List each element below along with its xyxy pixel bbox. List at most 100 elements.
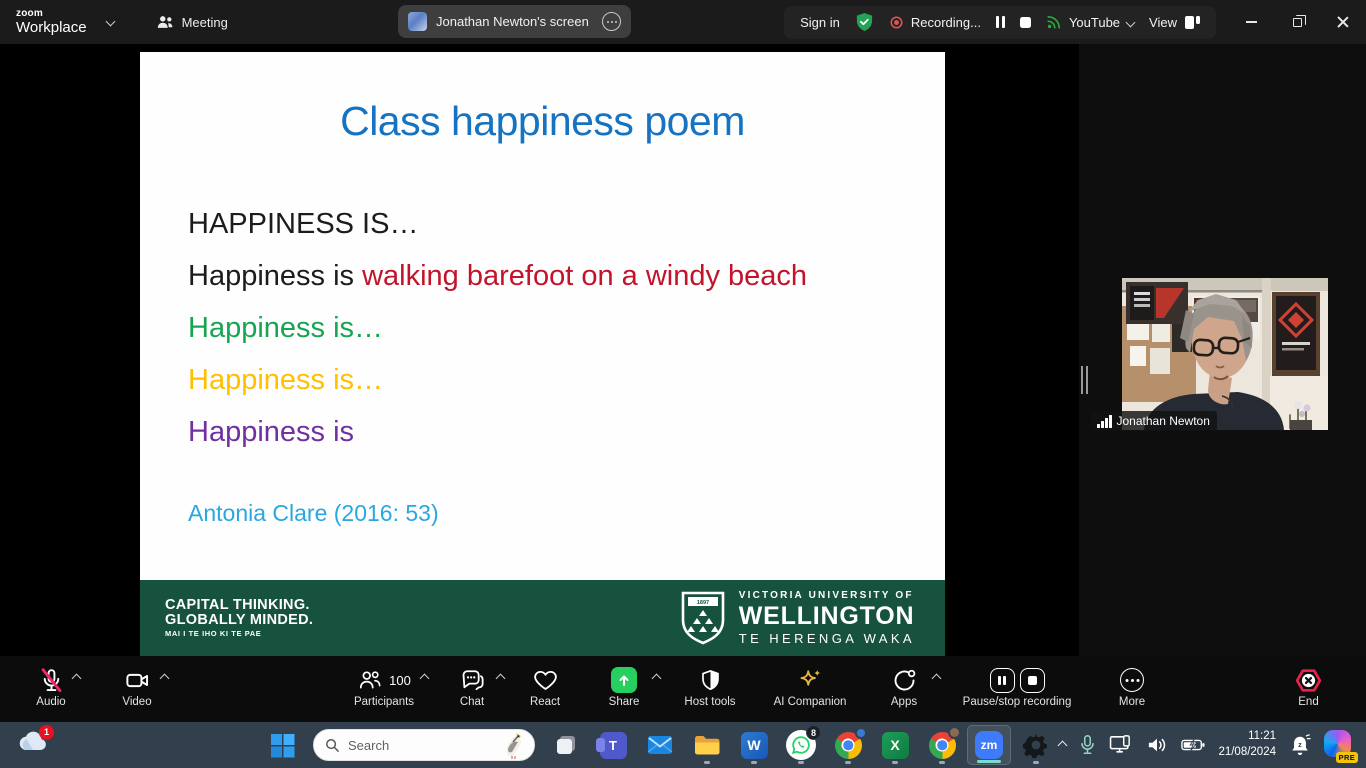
audio-button[interactable]: Audio bbox=[8, 663, 94, 708]
participant-video-image bbox=[1122, 278, 1328, 430]
youtube-live-control[interactable]: YouTube bbox=[1046, 14, 1134, 30]
video-button[interactable]: Video bbox=[94, 663, 180, 708]
heart-icon bbox=[532, 667, 559, 694]
chevron-down-icon[interactable] bbox=[105, 16, 115, 26]
meeting-content-area: Class happiness poem HAPPINESS IS… Happi… bbox=[0, 44, 1366, 656]
end-meeting-button[interactable]: End bbox=[1293, 663, 1324, 708]
video-camera-icon bbox=[124, 667, 151, 694]
zoom-meeting-window: zoom Workplace Meeting Jonathan Newton's… bbox=[0, 0, 1366, 768]
shield-icon bbox=[698, 668, 723, 693]
sign-in-button[interactable]: Sign in bbox=[800, 15, 840, 30]
search-highlight-bird-image bbox=[502, 731, 526, 759]
share-options-chevron[interactable] bbox=[652, 674, 662, 684]
whatsapp-app[interactable]: 8 bbox=[779, 725, 823, 765]
excel-app[interactable]: X bbox=[873, 725, 917, 765]
chrome-app-2[interactable] bbox=[920, 725, 964, 765]
apps-options-chevron[interactable] bbox=[932, 674, 942, 684]
ai-companion-label: AI Companion bbox=[774, 696, 847, 708]
chat-bubble-icon bbox=[459, 667, 486, 694]
shared-screen-pill[interactable]: Jonathan Newton's screen bbox=[398, 5, 631, 38]
windows-icon bbox=[270, 733, 295, 758]
panel-drag-handle[interactable] bbox=[1081, 366, 1088, 394]
participants-icon bbox=[156, 14, 174, 30]
toolbar-center-group: 100 Participants Chat bbox=[332, 663, 1172, 708]
meeting-tab-label: Meeting bbox=[182, 15, 228, 30]
more-button[interactable]: More bbox=[1092, 663, 1172, 708]
close-button[interactable] bbox=[1320, 0, 1366, 44]
more-options-icon[interactable] bbox=[602, 12, 621, 31]
zoom-workplace-logo[interactable]: zoom Workplace bbox=[16, 9, 87, 35]
live-stream-icon bbox=[1046, 14, 1062, 30]
file-explorer-app[interactable] bbox=[685, 725, 729, 765]
chat-label: Chat bbox=[460, 696, 484, 708]
teams-app[interactable]: T bbox=[591, 725, 635, 765]
minimize-button[interactable] bbox=[1228, 0, 1274, 44]
audio-options-chevron[interactable] bbox=[72, 674, 82, 684]
participants-button[interactable]: 100 Participants bbox=[332, 663, 436, 708]
pause-recording-icon[interactable] bbox=[990, 668, 1015, 693]
react-button[interactable]: React bbox=[508, 663, 582, 708]
onedrive-icon[interactable]: 1 bbox=[16, 730, 50, 760]
chrome-app-1[interactable] bbox=[826, 725, 870, 765]
participants-options-chevron[interactable] bbox=[420, 674, 430, 684]
apps-button[interactable]: Apps bbox=[866, 663, 942, 708]
poem-line-2: Happiness is walking barefoot on a windy… bbox=[188, 250, 807, 302]
taskbar-clock[interactable]: 11:21 21/08/2024 bbox=[1218, 729, 1276, 760]
host-tools-label: Host tools bbox=[684, 696, 735, 708]
university-shield-icon: 1897 bbox=[680, 590, 726, 646]
cast-display-icon[interactable] bbox=[1109, 735, 1133, 755]
university-banner: CAPITAL THINKING. GLOBALLY MINDED. MAI I… bbox=[140, 580, 945, 656]
speaker-icon[interactable] bbox=[1146, 736, 1168, 754]
recording-indicator[interactable]: Recording... bbox=[889, 15, 981, 30]
tab-meeting[interactable]: Meeting bbox=[156, 14, 228, 30]
word-app[interactable]: W bbox=[732, 725, 776, 765]
chat-options-chevron[interactable] bbox=[496, 674, 506, 684]
notification-badge: 1 bbox=[39, 725, 54, 740]
zoom-app[interactable]: zm bbox=[967, 725, 1011, 765]
hidden-icons-chevron[interactable] bbox=[1058, 740, 1068, 750]
video-options-chevron[interactable] bbox=[160, 674, 170, 684]
sparkle-icon bbox=[796, 666, 824, 694]
share-button[interactable]: Share bbox=[582, 663, 666, 708]
poem-line-4: Happiness is… bbox=[188, 354, 807, 406]
pause-stop-recording-label: Pause/stop recording bbox=[963, 696, 1072, 708]
slide-title: Class happiness poem bbox=[140, 98, 945, 145]
stop-recording-icon[interactable] bbox=[1020, 668, 1045, 693]
task-view-button[interactable] bbox=[544, 725, 588, 765]
connection-quality-icon bbox=[1097, 415, 1112, 428]
notification-bell-icon[interactable]: z bbox=[1289, 733, 1311, 757]
battery-charging-icon[interactable] bbox=[1181, 738, 1205, 752]
tray-microphone-icon[interactable] bbox=[1079, 734, 1096, 756]
system-tray: 11:21 21/08/2024 z PRE bbox=[1059, 722, 1360, 768]
copilot-pre-badge: PRE bbox=[1336, 752, 1358, 763]
toolbar-left-group: Audio Video bbox=[8, 663, 180, 708]
mail-app[interactable] bbox=[638, 725, 682, 765]
status-pill: Sign in Recording... YouTube View bbox=[784, 6, 1216, 39]
copilot-button[interactable]: PRE bbox=[1324, 730, 1354, 760]
top-right-controls: Sign in Recording... YouTube View bbox=[784, 0, 1366, 44]
participant-video-tile[interactable] bbox=[1122, 278, 1328, 430]
participants-label: Participants bbox=[354, 696, 414, 708]
search-icon bbox=[325, 738, 340, 753]
pause-stop-recording-button[interactable]: Pause/stop recording bbox=[942, 663, 1092, 708]
taskbar-search[interactable] bbox=[313, 729, 535, 761]
participants-count: 100 bbox=[389, 673, 411, 688]
recording-label: Recording... bbox=[911, 15, 981, 30]
pause-recording-icon[interactable] bbox=[996, 16, 1005, 28]
word-icon: W bbox=[741, 732, 768, 759]
workplace-label: Workplace bbox=[16, 20, 87, 35]
search-input[interactable] bbox=[348, 738, 468, 753]
chat-button[interactable]: Chat bbox=[436, 663, 508, 708]
ai-companion-button[interactable]: AI Companion bbox=[754, 663, 866, 708]
shield-check-icon bbox=[855, 12, 874, 32]
start-button[interactable] bbox=[260, 725, 304, 765]
audio-label: Audio bbox=[36, 696, 65, 708]
restore-button[interactable] bbox=[1274, 0, 1320, 44]
stop-recording-icon[interactable] bbox=[1020, 17, 1031, 28]
record-dot-icon bbox=[889, 15, 904, 30]
share-screen-icon bbox=[611, 667, 637, 693]
settings-app[interactable] bbox=[1014, 725, 1058, 765]
clock-time: 11:21 bbox=[1218, 729, 1276, 745]
view-button[interactable]: View bbox=[1149, 15, 1200, 30]
host-tools-button[interactable]: Host tools bbox=[666, 663, 754, 708]
